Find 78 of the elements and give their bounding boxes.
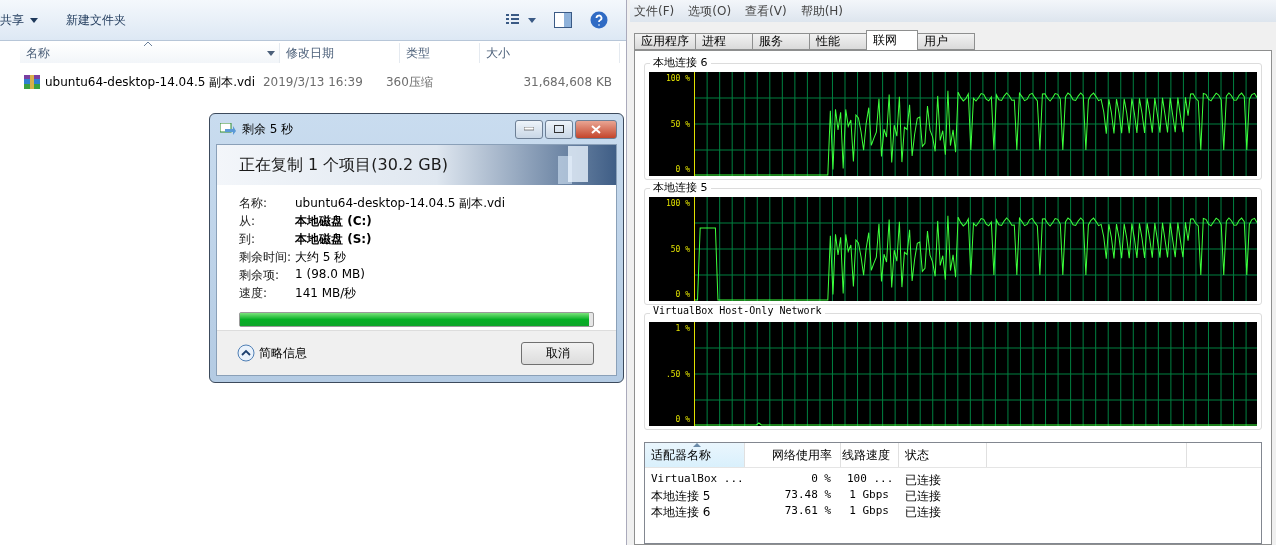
caret-icon [267,51,275,56]
sort-arrow-icon [693,443,701,447]
caret-icon [30,17,38,23]
column-header[interactable]: 修改日期 [280,43,400,63]
table-cell-text: 73.48 % [783,488,832,503]
graph-title: 本地连接 5 [650,180,711,195]
menu-item[interactable]: 帮助(H) [800,2,844,20]
table-cell-text: 1 Gbps [848,504,890,519]
view-icon[interactable] [506,14,536,26]
detail-value: 141 MB/秒 [295,285,358,302]
dialog-title: 剩余 5 秒 [242,120,294,138]
menu-item[interactable]: 文件(F) [634,2,675,20]
file-name[interactable]: ubuntu64-desktop-14.04.5 副本.vdi [24,73,263,91]
table-cell-text: 已连接 [904,488,942,504]
detail-value: ubuntu64-desktop-14.04.5 副本.vdi [295,195,507,212]
column-header[interactable]: 名称 [20,43,280,63]
toolbar-button[interactable]: 新建文件夹 [66,11,126,29]
minimize-button[interactable] [515,119,543,139]
file-type: 360压缩 [386,73,434,91]
file-size: 31,684,608 KB [522,75,613,89]
tab[interactable]: 进程 [695,33,753,50]
menu-item[interactable]: 选项(O) [688,2,732,20]
copy-icon [220,122,236,136]
column-header[interactable]: 线路速度 [841,443,899,467]
detail-label: 速度: [239,285,269,302]
menu-item[interactable]: 查看(V) [745,2,787,20]
detail-label: 名称: [239,195,269,212]
cancel-button[interactable]: 取消 [521,341,594,365]
tab[interactable]: 用户 [917,33,975,50]
column-header[interactable]: 类型 [400,43,480,63]
axis-tick: 0 % [675,165,690,174]
axis-tick: 100 % [665,74,690,83]
axis-tick: 1 % [675,324,690,333]
table-cell-text: 已连接 [904,504,942,520]
table-cell-text: 100 ... [846,472,895,487]
modified-date: 2019/3/13 16:39 [262,75,364,89]
table-cell-text: VirtualBox ... [650,472,745,487]
column-header[interactable]: 适配器名称 [645,443,745,467]
detail-value: 本地磁盘 (S:) [295,231,373,248]
tab[interactable]: 联网 [866,30,918,50]
detail-value: 本地磁盘 (C:) [295,213,373,230]
detail-label: 剩余项: [239,267,281,284]
preview-pane-icon[interactable] [554,12,572,28]
close-button[interactable] [575,119,617,139]
detail-label: 从: [239,213,257,230]
table-cell-text: 本地连接 6 [650,504,712,520]
table-cell-text: 0 % [810,472,832,487]
maximize-icon [554,125,564,133]
dialog-heading: 正在复制 1 个项目(30.2 GB) [239,154,448,176]
detail-value: 1 (98.0 MB) [295,267,366,283]
archive-icon [24,74,40,90]
close-icon [591,124,601,134]
table-cell-text: 本地连接 5 [650,488,712,504]
maximize-button[interactable] [545,119,573,139]
graph-title: 本地连接 6 [650,55,711,70]
detail-value: 大约 5 秒 [295,249,348,266]
axis-tick: 50 % [670,119,690,129]
axis-tick: .50 % [665,369,690,379]
help-icon[interactable] [590,11,608,29]
table-cell-text: 1 Gbps [848,488,890,503]
details-toggle[interactable]: 简略信息 [237,344,307,362]
table-cell-text: 73.61 % [783,504,832,519]
axis-tick: 0 % [675,415,690,424]
axis-tick: 100 % [665,199,690,208]
detail-label: 到: [239,231,257,248]
column-header[interactable]: 大小 [480,43,620,63]
documents-icon [558,146,590,184]
graph-title: VirtualBox Host-Only Network [650,305,825,316]
detail-label: 剩余时间: [239,249,293,266]
toolbar-button[interactable]: 共享 [0,11,38,29]
axis-tick: 50 % [670,244,690,254]
tab[interactable]: 性能 [809,33,867,50]
chevron-up-icon [237,344,255,362]
axis-tick: 0 % [675,290,690,299]
table-cell-text: 已连接 [904,472,942,488]
minimize-icon [524,127,534,131]
tab[interactable]: 应用程序 [634,33,696,50]
tab[interactable]: 服务 [752,33,810,50]
